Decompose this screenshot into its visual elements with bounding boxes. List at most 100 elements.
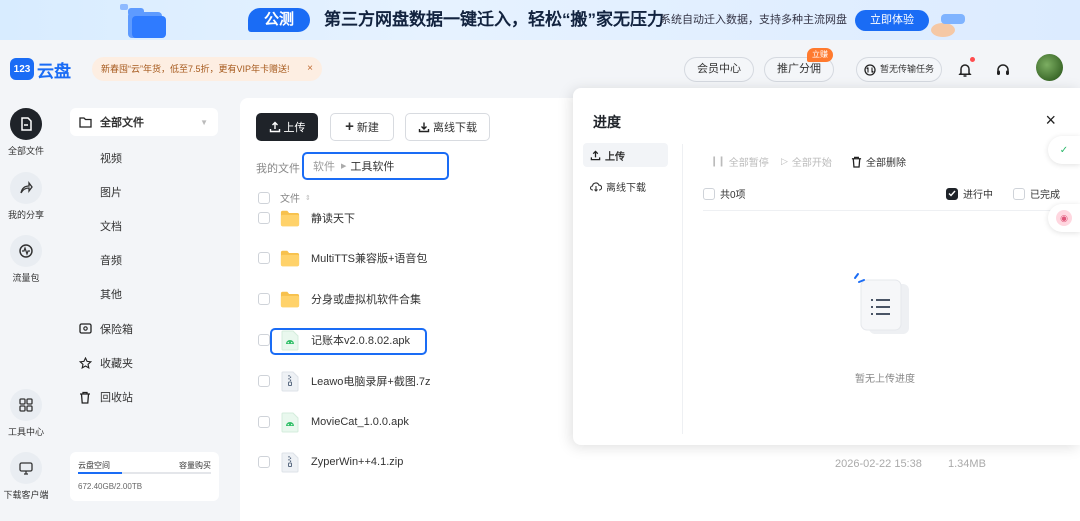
tab-offline-download[interactable]: 离线下载 (583, 174, 668, 198)
new-label: 新建 (356, 122, 379, 134)
file-row[interactable]: MultiTTS兼容版+语音包 (258, 246, 427, 270)
transfer-task-label: 暂无传输任务 (879, 64, 934, 74)
file-name[interactable]: 静读天下 (311, 210, 355, 226)
sort-icon[interactable]: ⇕ (305, 194, 311, 202)
promo-notice[interactable]: 新春囤“云”年货，低至7.5折，更有VIP年卡赠送! × (92, 57, 322, 81)
banner-subtitle: 系统自动迁入数据，支持多种主流网盘 (660, 14, 847, 26)
promo-banner[interactable]: 公测 第三方网盘数据一键迁入，轻松“搬”家无压力 系统自动迁入数据，支持多种主流… (0, 0, 1080, 40)
file-name[interactable]: ZyperWin++4.1.zip (311, 456, 403, 468)
file-row[interactable]: MovieCat_1.0.0.apk (258, 410, 409, 434)
ongoing-checkbox[interactable] (946, 187, 958, 200)
archive-file-icon (280, 371, 300, 391)
buy-storage-link[interactable]: 容量购买 (179, 460, 211, 471)
sidebar-item-audio[interactable]: 音频 (70, 246, 218, 274)
file-row[interactable]: 静读天下 (258, 206, 355, 230)
folder-icon (280, 289, 300, 309)
file-row[interactable]: ZyperWin++4.1.zip (258, 450, 403, 474)
rail-all-files[interactable]: 全部文件 (0, 108, 52, 157)
rail-my-share[interactable]: 我的分享 (0, 172, 52, 221)
user-avatar[interactable] (1036, 54, 1063, 81)
sidebar-item-label: 图片 (100, 187, 122, 199)
close-icon[interactable]: × (1045, 110, 1056, 130)
member-center-button[interactable]: 会员中心 (684, 57, 754, 82)
folder-icon (280, 248, 300, 268)
file-checkbox[interactable] (258, 212, 270, 224)
breadcrumb-root[interactable]: 我的文件 (256, 160, 300, 176)
floating-check-button[interactable]: ✓ (1048, 136, 1080, 164)
logo-mark: 123 (10, 58, 34, 80)
offline-download-button[interactable]: 离线下载 (405, 113, 490, 141)
rail-label: 我的分享 (7, 210, 44, 220)
select-all-checkbox[interactable] (703, 187, 715, 200)
progress-panel: 进度 × 上传 离线下载 ❙❙ 全部暂停 ▷ 全部开始 全部删除 共0项 进行中 (573, 88, 1080, 445)
sidebar-item-all-files[interactable]: 全部文件 ▼ (70, 108, 218, 136)
cloud-download-icon (590, 181, 602, 192)
notification-dot (970, 57, 975, 62)
promo-close-icon[interactable]: × (307, 57, 313, 81)
highlight-annotation (270, 328, 427, 355)
done-checkbox[interactable] (1013, 187, 1025, 200)
file-checkbox[interactable] (258, 252, 270, 264)
sidebar-item-label: 收藏夹 (100, 358, 133, 370)
file-checkbox[interactable] (258, 416, 270, 428)
storage-bar-fill (78, 472, 122, 474)
progress-title: 进度 (593, 114, 621, 130)
pause-all-button[interactable]: ❙❙ 全部暂停 (710, 154, 769, 169)
beta-tag: 公测 (248, 8, 310, 32)
file-row[interactable]: 分身或虚拟机软件合集 (258, 287, 421, 311)
pause-icon: ❙❙ (710, 156, 726, 167)
floating-assistant-button[interactable]: ◉ (1048, 204, 1080, 232)
breadcrumb-parent[interactable]: 软件 (313, 158, 335, 174)
filter-ongoing[interactable]: 进行中 (946, 186, 993, 201)
sidebar-item-label: 视频 (100, 153, 122, 165)
upload-button[interactable]: 上传 (256, 113, 318, 141)
transfer-task-button[interactable]: 暂无传输任务 (856, 57, 942, 82)
delete-all-button[interactable]: 全部删除 (851, 154, 906, 169)
column-name-label[interactable]: 文件 (280, 190, 300, 205)
trash-icon (79, 391, 93, 404)
sidebar-item-recycle[interactable]: 回收站 (70, 383, 218, 411)
file-checkbox[interactable] (258, 456, 270, 468)
rail-traffic[interactable]: 流量包 (0, 235, 52, 284)
file-row[interactable]: Leawo电脑录屏+截图.7z (258, 369, 431, 393)
hand-pointer-illustration (931, 14, 965, 37)
file-date: 2026-02-22 15:38 (835, 458, 922, 470)
start-all-button[interactable]: ▷ 全部开始 (781, 154, 832, 169)
start-all-label: 全部开始 (791, 158, 832, 169)
chevron-down-icon[interactable]: ▼ (200, 118, 208, 127)
tab-upload[interactable]: 上传 (583, 143, 668, 167)
transfer-icon (864, 63, 876, 76)
sidebar-item-images[interactable]: 图片 (70, 178, 218, 206)
sidebar-item-safe[interactable]: 保险箱 (70, 315, 218, 343)
new-button[interactable]: + 新建 (330, 113, 394, 141)
file-name[interactable]: Leawo电脑录屏+截图.7z (311, 373, 431, 389)
sidebar-item-docs[interactable]: 文档 (70, 212, 218, 240)
file-name[interactable]: 分身或虚拟机软件合集 (311, 291, 421, 307)
file-checkbox[interactable] (258, 293, 270, 305)
sidebar-item-label: 其他 (100, 289, 122, 301)
empty-state-text: 暂无上传进度 (855, 374, 915, 385)
sidebar-item-favorites[interactable]: 收藏夹 (70, 349, 218, 377)
file-name[interactable]: MovieCat_1.0.0.apk (311, 416, 409, 428)
assistant-icon: ◉ (1056, 210, 1072, 226)
select-all-checkbox[interactable] (258, 191, 270, 204)
pause-all-label: 全部暂停 (728, 158, 769, 169)
rail-label: 全部文件 (7, 146, 44, 156)
rail-tool-center[interactable]: 工具中心 (0, 389, 52, 438)
sidebar-item-other[interactable]: 其他 (70, 280, 218, 308)
rail-download-client[interactable]: 下载客户端 (0, 452, 52, 501)
android-apk-icon (280, 412, 300, 432)
folder-icon (280, 208, 300, 228)
file-name[interactable]: MultiTTS兼容版+语音包 (311, 250, 427, 266)
sidebar-item-video[interactable]: 视频 (70, 144, 218, 172)
safe-icon (79, 323, 93, 335)
file-checkbox[interactable] (258, 375, 270, 387)
filter-done[interactable]: 已完成 (1013, 186, 1060, 201)
file-checkbox[interactable] (258, 334, 270, 346)
grid-icon (10, 389, 42, 421)
promo-text: 新春囤“云”年货，低至7.5折，更有VIP年卡赠送! (101, 64, 290, 74)
app-logo[interactable]: 123 云盘 (10, 57, 71, 81)
breadcrumb: 软件 ▶ 工具软件 (302, 152, 449, 180)
item-count: 共0项 (720, 190, 746, 201)
headset-icon[interactable] (991, 58, 1015, 82)
